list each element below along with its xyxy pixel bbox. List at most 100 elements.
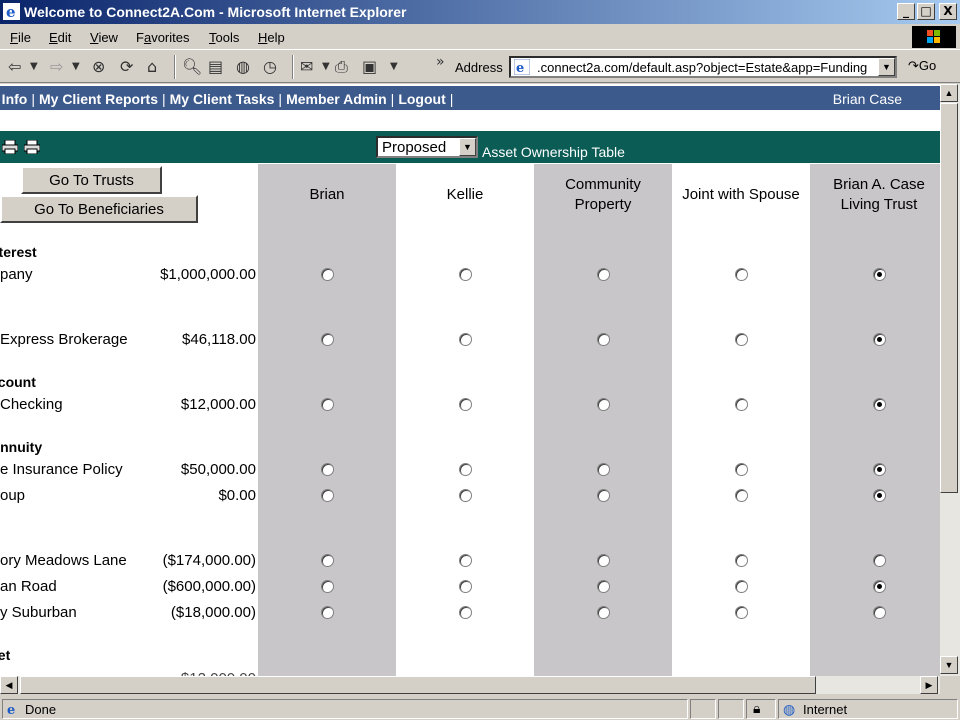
ownership-radio[interactable]	[459, 580, 472, 593]
scroll-up-icon[interactable]: ▲	[940, 84, 958, 102]
edit-dropdown-icon[interactable]: ▼	[390, 61, 398, 72]
ownership-radio[interactable]	[459, 463, 472, 476]
ownership-radio[interactable]	[735, 398, 748, 411]
stop-icon[interactable]: ⊗	[92, 57, 105, 76]
menu-edit[interactable]: Edit	[49, 30, 71, 45]
ownership-radio[interactable]	[597, 398, 610, 411]
nav-link-s-info[interactable]: s Info	[0, 91, 27, 107]
edit-word-icon[interactable]: ▣	[362, 57, 377, 76]
home-icon[interactable]: ⌂	[147, 57, 157, 76]
ownership-radio[interactable]	[873, 398, 886, 411]
print-all-icon[interactable]	[24, 140, 40, 154]
column-header: Joint with Spouse	[682, 186, 800, 203]
ownership-radio[interactable]	[735, 333, 748, 346]
ownership-radio[interactable]	[321, 333, 334, 346]
ownership-radio[interactable]	[735, 606, 748, 619]
menu-help[interactable]: Help	[258, 30, 285, 45]
column-header: Brian A. Case Living Trust	[833, 176, 925, 213]
print-icon[interactable]	[2, 140, 18, 154]
asset-value: $0.00	[218, 487, 256, 504]
ownership-radio[interactable]	[873, 333, 886, 346]
print-icon[interactable]: ⎙	[335, 57, 348, 77]
horizontal-scrollbar[interactable]: ◀ ▶	[0, 676, 940, 694]
horizontal-scroll-thumb[interactable]	[20, 676, 816, 694]
ownership-radio[interactable]	[735, 268, 748, 281]
menu-favorites[interactable]: Favorites	[136, 30, 189, 45]
ownership-radio[interactable]	[597, 580, 610, 593]
menu-view[interactable]: View	[90, 30, 118, 45]
ownership-radio[interactable]	[873, 606, 886, 619]
ownership-radio[interactable]	[597, 489, 610, 502]
table-header-bar: Proposed ▼ Asset Ownership Table	[0, 131, 940, 163]
back-icon[interactable]: ⇦	[8, 57, 21, 76]
ownership-radio[interactable]	[597, 554, 610, 567]
media-icon[interactable]: ◍	[236, 57, 250, 76]
go-button[interactable]: ↷Go	[908, 58, 936, 74]
maximize-button[interactable]: □	[917, 3, 935, 20]
go-to-beneficiaries-button[interactable]: Go To Beneficiaries	[0, 195, 198, 223]
ownership-radio[interactable]	[873, 463, 886, 476]
history-icon[interactable]: ◷	[263, 57, 277, 76]
toolbar-chevron[interactable]: »	[436, 54, 445, 70]
ownership-radio[interactable]	[597, 268, 610, 281]
address-dropdown-icon[interactable]: ▼	[878, 58, 895, 76]
column-header: Community Property	[565, 176, 641, 213]
forward-dropdown-icon[interactable]: ▼	[72, 61, 80, 72]
ownership-radio[interactable]	[597, 333, 610, 346]
close-button[interactable]: X	[939, 3, 957, 20]
svg-text:e: e	[6, 3, 16, 20]
vertical-scroll-thumb[interactable]	[940, 103, 958, 493]
asset-category: Annuity	[0, 439, 43, 455]
ownership-radio[interactable]	[321, 489, 334, 502]
column-background	[258, 164, 396, 676]
ownership-radio[interactable]	[459, 489, 472, 502]
ownership-radio[interactable]	[873, 554, 886, 567]
status-zone-cell: ◍ Internet	[778, 699, 958, 719]
status-lock-cell: 🔒︎	[746, 699, 776, 719]
search-icon[interactable]: 🔍︎	[182, 57, 202, 76]
menu-file[interactable]: File	[10, 30, 31, 45]
ownership-radio[interactable]	[735, 554, 748, 567]
ownership-radio[interactable]	[459, 333, 472, 346]
mail-dropdown-icon[interactable]: ▼	[322, 61, 330, 72]
ownership-radio[interactable]	[321, 606, 334, 619]
nav-link-logout[interactable]: Logout	[398, 91, 445, 107]
favorites-icon[interactable]: ▤	[208, 57, 223, 76]
ownership-radio[interactable]	[873, 580, 886, 593]
ownership-radio[interactable]	[459, 554, 472, 567]
ownership-radio[interactable]	[459, 268, 472, 281]
ownership-radio[interactable]	[735, 463, 748, 476]
scroll-right-icon[interactable]: ▶	[920, 676, 938, 694]
ownership-radio[interactable]	[321, 268, 334, 281]
vertical-scrollbar[interactable]: ▲ ▼	[940, 84, 960, 676]
ownership-radio[interactable]	[735, 489, 748, 502]
ownership-radio[interactable]	[459, 606, 472, 619]
forward-icon[interactable]: ⇨	[50, 57, 63, 76]
ownership-radio[interactable]	[321, 463, 334, 476]
scroll-down-icon[interactable]: ▼	[940, 656, 958, 674]
nav-link-my-client-reports[interactable]: My Client Reports	[39, 91, 158, 107]
ownership-radio[interactable]	[597, 606, 610, 619]
view-select[interactable]: Proposed ▼	[376, 136, 478, 158]
nav-link-my-client-tasks[interactable]: My Client Tasks	[170, 91, 275, 107]
ownership-radio[interactable]	[735, 580, 748, 593]
go-to-trusts-button[interactable]: Go To Trusts	[21, 166, 162, 194]
chevron-down-icon[interactable]: ▼	[459, 138, 476, 156]
ownership-radio[interactable]	[597, 463, 610, 476]
menu-tools[interactable]: Tools	[209, 30, 239, 45]
ownership-radio[interactable]	[321, 554, 334, 567]
nav-link-member-admin[interactable]: Member Admin	[286, 91, 387, 107]
ownership-radio[interactable]	[321, 398, 334, 411]
ownership-radio[interactable]	[321, 580, 334, 593]
mail-icon[interactable]: ✉	[300, 57, 313, 76]
asset-category: ket	[0, 647, 11, 663]
user-name: Brian Case	[832, 91, 902, 107]
ownership-radio[interactable]	[873, 489, 886, 502]
scroll-left-icon[interactable]: ◀	[0, 676, 18, 694]
ownership-radio[interactable]	[459, 398, 472, 411]
address-field[interactable]: e .connect2a.com/default.asp?object=Esta…	[509, 56, 897, 78]
back-dropdown-icon[interactable]: ▼	[30, 61, 38, 72]
minimize-button[interactable]: _	[897, 3, 915, 20]
ownership-radio[interactable]	[873, 268, 886, 281]
refresh-icon[interactable]: ⟳	[120, 57, 133, 76]
